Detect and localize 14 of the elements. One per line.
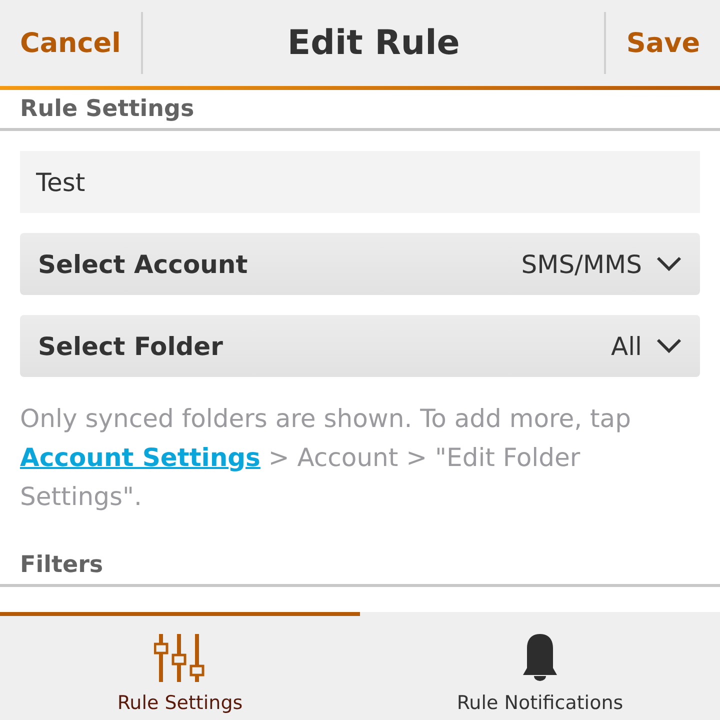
- sliders-icon: [154, 632, 206, 684]
- tab[interactable]: Rule Notifications: [360, 612, 720, 720]
- rule-name-field[interactable]: Test: [20, 151, 700, 213]
- section-header: Rule Settings: [20, 96, 194, 122]
- save-button[interactable]: Save: [606, 12, 720, 74]
- chevron-down-icon: [656, 338, 682, 354]
- dropdown[interactable]: Select Account SMS/MMS: [20, 233, 700, 295]
- cancel-button[interactable]: Cancel: [0, 12, 141, 74]
- help-text: Only synced folders are shown. To add more, tap Account Settings > Account > "Edit Folder Settings".: [20, 403, 632, 513]
- chevron-down-icon: [656, 256, 682, 272]
- section-header: Filters: [20, 552, 104, 578]
- window-title: Edit Rule: [286, 23, 461, 63]
- dropdown[interactable]: Select Folder All: [20, 315, 700, 377]
- tab[interactable]: Rule Settings: [0, 612, 360, 720]
